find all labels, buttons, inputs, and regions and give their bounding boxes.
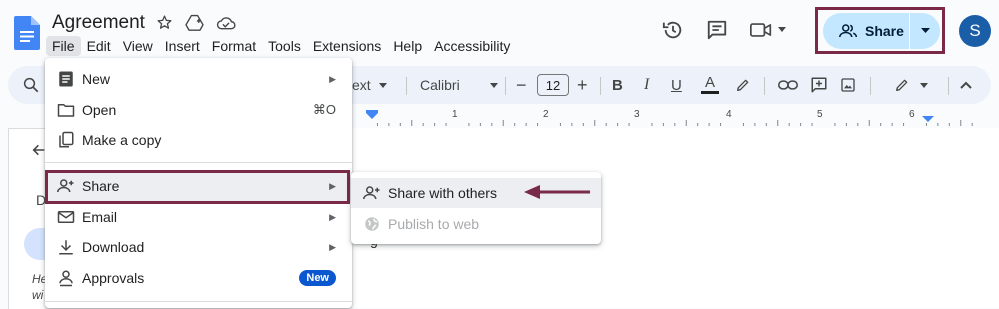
submenu-caret-icon: ▶: [329, 241, 336, 252]
mail-icon: [57, 208, 75, 226]
menu-view[interactable]: View: [117, 36, 159, 56]
person-add-icon: [363, 184, 381, 202]
document-title[interactable]: Agreement: [52, 12, 145, 34]
menu-item-open[interactable]: Open ⌘O: [45, 95, 352, 125]
font-chevron-down-icon: [489, 82, 498, 88]
share-button-highlight-box: [815, 7, 945, 54]
menu-insert[interactable]: Insert: [159, 36, 206, 56]
highlight-pen-icon[interactable]: [735, 66, 751, 104]
menu-item-label: Approvals: [82, 270, 145, 286]
approvals-person-icon: [57, 269, 75, 287]
font-size-field[interactable]: 12: [537, 66, 569, 104]
paragraph-style-label: ext: [352, 77, 371, 93]
underline-button[interactable]: U: [671, 66, 682, 104]
menu-accessibility[interactable]: Accessibility: [428, 36, 516, 56]
menu-item-email[interactable]: Email ▶: [45, 202, 352, 232]
menu-divider: [45, 301, 352, 302]
ruler-number: 5: [817, 109, 823, 120]
decrease-font-size-button[interactable]: −: [516, 66, 527, 104]
text-color-button[interactable]: A: [701, 66, 719, 104]
version-history-icon[interactable]: [662, 19, 684, 41]
menu-item-label: Make a copy: [82, 132, 162, 148]
style-chevron-down-icon: [378, 82, 387, 88]
horizontal-ruler[interactable]: 1 2 3 4 5 6: [352, 108, 999, 128]
menu-divider: [45, 162, 352, 163]
hide-menus-chevron-up-icon[interactable]: [960, 66, 972, 104]
menu-item-new[interactable]: New ▶: [45, 64, 352, 94]
share-menu-item-highlight-box: [45, 170, 350, 204]
cloud-saved-icon[interactable]: [216, 14, 236, 31]
menu-tools[interactable]: Tools: [262, 36, 307, 56]
bold-button[interactable]: B: [612, 66, 623, 104]
menu-extensions[interactable]: Extensions: [307, 36, 387, 56]
submenu-caret-icon: ▶: [329, 73, 336, 84]
italic-button[interactable]: I: [644, 66, 649, 104]
menu-edit[interactable]: Edit: [81, 36, 117, 56]
menu-item-label: New: [82, 71, 111, 87]
globe-icon: [363, 215, 381, 233]
ruler-number: 3: [634, 109, 640, 120]
font-size-value: 12: [537, 74, 569, 96]
submenu-item-label: Share with others: [388, 185, 497, 201]
annotation-arrow: [524, 183, 594, 201]
submenu-caret-icon: ▶: [329, 211, 336, 222]
new-badge: New: [299, 270, 336, 286]
menu-item-download[interactable]: Download ▶: [45, 232, 352, 262]
download-icon: [57, 238, 75, 256]
ruler-number: 1: [452, 109, 458, 120]
star-icon[interactable]: [156, 14, 173, 31]
outline-text-snippet: wi: [32, 288, 44, 302]
docs-logo-icon[interactable]: [14, 16, 40, 50]
menubar: File Edit View Insert Format Tools Exten…: [46, 36, 516, 56]
menu-item-make-a-copy[interactable]: Make a copy: [45, 125, 352, 155]
insert-link-icon[interactable]: [778, 66, 798, 104]
menu-item-approvals[interactable]: Approvals New: [45, 263, 352, 293]
editing-mode-dropdown[interactable]: [894, 66, 928, 104]
font-dropdown[interactable]: Calibri: [420, 66, 498, 104]
menu-item-label: Download: [82, 239, 145, 255]
comments-icon[interactable]: [706, 19, 728, 41]
pencil-icon: [896, 79, 908, 91]
move-to-drive-icon[interactable]: [185, 14, 204, 31]
ruler-number: 4: [726, 109, 732, 120]
keyboard-shortcut: ⌘O: [312, 102, 336, 117]
copy-icon: [57, 131, 75, 149]
font-name: Calibri: [420, 77, 460, 93]
menu-item-label: Email: [82, 209, 118, 225]
menu-help[interactable]: Help: [387, 36, 428, 56]
menu-format[interactable]: Format: [206, 36, 262, 56]
search-menus-icon[interactable]: [22, 66, 40, 104]
submenu-item-publish-to-web[interactable]: Publish to web: [351, 209, 601, 239]
menu-item-label: Open: [82, 102, 117, 118]
ruler-number: 6: [909, 109, 915, 120]
chevron-down-icon: [778, 27, 786, 32]
paragraph-style-dropdown[interactable]: ext: [352, 66, 387, 104]
add-comment-icon[interactable]: [810, 66, 828, 104]
meet-video-icon[interactable]: [750, 21, 786, 39]
mode-chevron-down-icon: [920, 82, 928, 88]
insert-image-icon[interactable]: [840, 66, 856, 104]
document-icon: [57, 70, 75, 88]
avatar[interactable]: S: [959, 15, 991, 47]
submenu-item-label: Publish to web: [388, 216, 480, 232]
ruler-number: 2: [543, 109, 549, 120]
menu-file[interactable]: File: [46, 36, 81, 56]
increase-font-size-button[interactable]: +: [577, 66, 588, 104]
folder-icon: [57, 101, 75, 119]
